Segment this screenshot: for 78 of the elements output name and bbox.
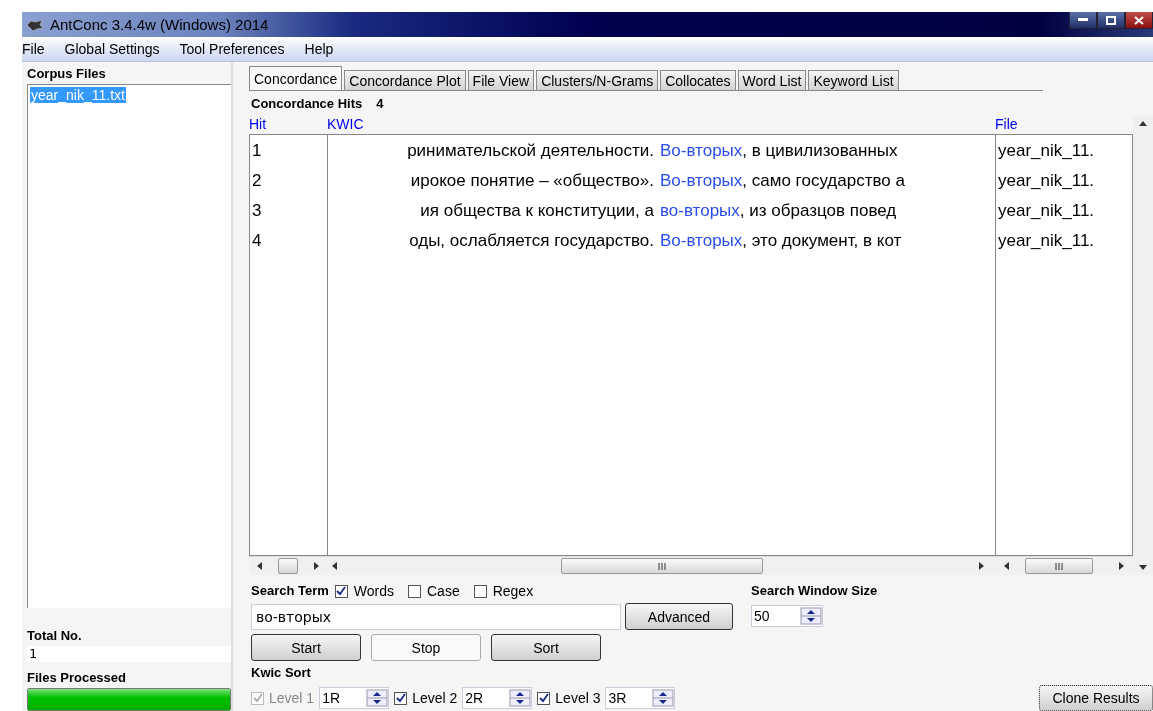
tab[interactable]: Concordance Plot xyxy=(344,70,466,90)
checkbox[interactable] xyxy=(537,691,551,705)
concordance-line: ринимательской деятельности. Во-вторых, в цивилизованных xyxy=(406,141,899,162)
spinner-arrows-icon[interactable] xyxy=(652,689,675,707)
menu-item[interactable]: File xyxy=(22,41,55,57)
level-label: Level 3 xyxy=(555,690,601,706)
hits-count: 4 xyxy=(376,96,384,112)
spinner-arrows-icon[interactable] xyxy=(509,689,532,707)
concordance-line: ирокое понятие – «общество». Во-вторых, само государство а xyxy=(409,171,906,192)
app-icon xyxy=(26,18,44,31)
checkbox[interactable] xyxy=(473,584,487,598)
vertical-scrollbar[interactable] xyxy=(1133,116,1153,575)
table-cell-text: year_nik_11. xyxy=(997,171,1096,192)
window-size-spinner[interactable]: 50 xyxy=(751,605,823,627)
column-header[interactable]: File xyxy=(995,116,1133,134)
table-cell-text: 1 xyxy=(251,141,263,162)
table-cell-text: year_nik_11. xyxy=(997,201,1096,222)
grip-icon xyxy=(657,562,667,570)
scroll-left-icon[interactable] xyxy=(1003,562,1011,570)
scroll-left-icon[interactable] xyxy=(256,562,264,570)
scroll-up-icon[interactable] xyxy=(1139,120,1147,128)
total-label: Total No. xyxy=(27,627,83,644)
column-header[interactable]: Hit xyxy=(249,116,327,134)
column-header[interactable]: KWIC xyxy=(327,116,995,134)
table-cell-text: 3 xyxy=(251,201,263,222)
table-cell-text: 4 xyxy=(251,231,263,252)
window-title: AntConc 3.4.4w (Windows) 2014 xyxy=(50,16,269,33)
window-size-label: Search Window Size xyxy=(751,583,878,599)
close-icon xyxy=(1134,15,1144,25)
scroll-right-icon[interactable] xyxy=(1117,562,1125,570)
progress-label: Files Processed xyxy=(27,669,127,686)
tab[interactable]: Word List xyxy=(737,70,807,90)
scroll-right-icon[interactable] xyxy=(312,562,320,570)
level-label: Level 2 xyxy=(412,690,458,706)
maximize-button[interactable] xyxy=(1097,12,1125,29)
close-button[interactable] xyxy=(1125,12,1153,29)
tab[interactable]: Collocates xyxy=(660,70,736,90)
minimize-icon xyxy=(1078,18,1088,22)
tab[interactable]: Concordance xyxy=(249,66,343,90)
checkbox[interactable] xyxy=(408,584,421,598)
search-field[interactable]: во-вторых xyxy=(251,603,621,630)
advanced-button[interactable]: Advanced xyxy=(625,603,733,630)
checkbox[interactable] xyxy=(334,584,348,598)
checkbox-label: Words xyxy=(353,583,394,599)
table-cell-text: year_nik_11. xyxy=(997,141,1096,162)
concordance-line: ия общества к конституции, а во-вторых, из образцов повед xyxy=(419,201,898,222)
tab[interactable]: File View xyxy=(467,70,535,90)
tab[interactable]: Keyword List xyxy=(808,70,899,90)
concordance-line: оды, ослабляется государство. Во-вторых, это документ, в кот xyxy=(408,231,903,252)
scrollbar[interactable] xyxy=(249,556,327,575)
menu-item[interactable]: Tool Preferences xyxy=(169,41,295,57)
total-value: 1 xyxy=(27,645,231,662)
menu-item[interactable]: Help xyxy=(294,41,344,57)
level-spinner[interactable]: 2R xyxy=(462,687,533,709)
action-button[interactable]: Sort xyxy=(491,634,601,661)
level-label: Level 1 xyxy=(269,690,315,706)
clone-results-button[interactable]: Clone Results xyxy=(1039,685,1153,711)
maximize-icon xyxy=(1106,15,1116,25)
panel-label: Corpus Files xyxy=(27,66,107,82)
tab[interactable]: Clusters/N-Grams xyxy=(536,70,659,90)
checkbox[interactable] xyxy=(394,691,408,705)
checkbox-label: Case xyxy=(427,583,460,599)
menu-item[interactable]: Global Settings xyxy=(54,41,170,57)
minimize-button[interactable] xyxy=(1069,12,1097,29)
grip-icon xyxy=(1054,562,1064,570)
kwic-sort-label: Kwic Sort xyxy=(251,665,312,681)
level-spinner[interactable]: 3R xyxy=(605,687,676,709)
spinner-arrows-icon[interactable] xyxy=(366,689,389,707)
scroll-down-icon[interactable] xyxy=(1139,563,1147,571)
action-button[interactable]: Start xyxy=(251,634,361,661)
table-cell-text: year_nik_11. xyxy=(997,231,1096,252)
checkbox-label: Regex xyxy=(492,583,534,599)
scroll-right-icon[interactable] xyxy=(977,562,985,570)
search-term-label: Search Term xyxy=(251,583,329,599)
spinner-arrows-icon[interactable] xyxy=(800,607,822,625)
hits-label: Concordance Hits xyxy=(251,96,363,112)
scroll-left-icon[interactable] xyxy=(331,562,339,570)
table-cell-text: 2 xyxy=(251,171,263,192)
